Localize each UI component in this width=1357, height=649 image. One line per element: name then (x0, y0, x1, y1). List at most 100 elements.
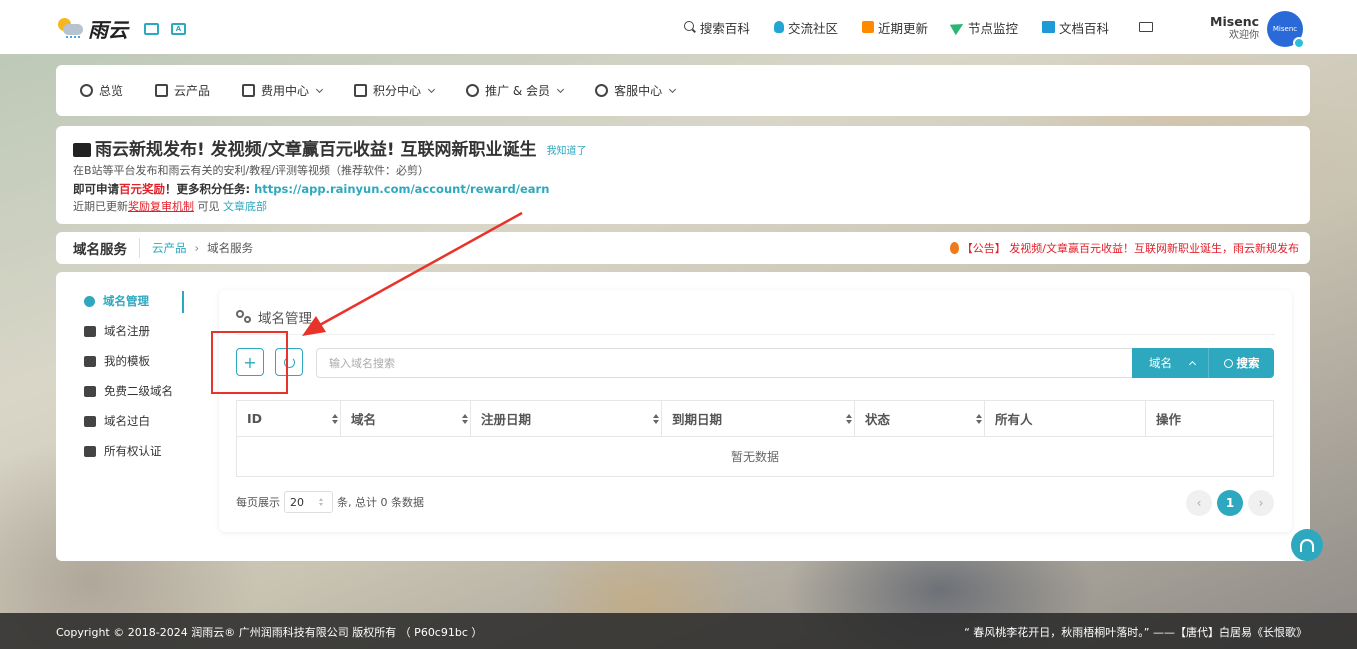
headset-icon (595, 84, 609, 97)
search-icon (683, 21, 696, 33)
annotation-highlight-box (211, 331, 288, 394)
image-icon[interactable] (144, 22, 159, 35)
announcement-marquee[interactable]: 【公告】 发视频/文章赢百元收益！互联网新职业诞生，雨云新规发布 (949, 240, 1299, 256)
domain-side-menu: 域名管理 域名注册 我的模板 免费二级域名 域名过白 所有权认证 (84, 286, 184, 466)
domain-search-input[interactable] (316, 348, 1132, 378)
money-icon (242, 84, 256, 97)
sidebar-item-my-templates[interactable]: 我的模板 (84, 346, 184, 376)
notice-line-1: 在B站等平台发布和雨云有关的安利/教程/评测等视频（推荐软件：必剪） (73, 164, 429, 177)
headset-icon (1300, 538, 1314, 552)
book-icon (1041, 21, 1055, 33)
page-title: 域名服务 (73, 238, 140, 258)
nav-cloud-products[interactable]: 云产品 (155, 82, 210, 99)
chevron-down-icon (316, 85, 324, 93)
announcement-card: 雨云新规发布! 发视频/文章赢百元收益! 互联网新职业诞生 我知道了 在B站等平… (56, 126, 1310, 224)
nav-support[interactable]: 客服中心 (595, 82, 677, 99)
notice-dismiss-link[interactable]: 我知道了 (547, 143, 587, 161)
cloud-badge-icon (1293, 37, 1305, 49)
column-header-domain[interactable]: 域名 (340, 400, 471, 437)
cart-icon (84, 325, 96, 337)
domain-toolbar: + 域名 搜索 (236, 348, 1274, 378)
footer-poem: “ 春风桃李花开日，秋雨梧桐叶落时。” ——【唐代】白居易《长恨歌》 (964, 626, 1307, 639)
breadcrumb-cloud-products[interactable]: 云产品 (152, 240, 187, 256)
main-nav: 总览 云产品 费用中心 积分中心 推广 & 会员 客服中心 (56, 65, 1310, 116)
user-name: Misenc (1210, 14, 1259, 29)
qq-icon (773, 21, 784, 33)
footer: Copyright © 2018-2024 润雨云® 广州润雨科技有限公司 版权… (0, 613, 1357, 649)
cubes-icon (155, 84, 169, 97)
search-button[interactable]: 搜索 (1208, 348, 1274, 378)
user-check-icon (84, 445, 96, 457)
notice-title: 雨云新规发布! 发视频/文章赢百元收益! 互联网新职业诞生 我知道了 (73, 138, 1310, 162)
gift-icon (354, 84, 368, 97)
table-header-row: ID 域名 注册日期 到期日期 状态 所有人 操作 (236, 400, 1274, 437)
mail-icon[interactable] (1139, 22, 1153, 32)
sidebar-item-free-subdomain[interactable]: 免费二级域名 (84, 376, 184, 406)
next-page-button[interactable]: › (1248, 490, 1274, 516)
sidebar-item-domain-register[interactable]: 域名注册 (84, 316, 184, 346)
column-header-owner: 所有人 (984, 400, 1146, 437)
update-icon (861, 21, 874, 33)
sidebar-item-ownership-verify[interactable]: 所有权认证 (84, 436, 184, 466)
panel-header: 域名管理 (236, 307, 1275, 335)
pagination: ‹ 1 › (1181, 490, 1274, 516)
topnav-node-monitor[interactable]: 节点监控 (949, 18, 1018, 37)
dashboard-icon (80, 84, 93, 97)
prev-page-button[interactable]: ‹ (1186, 490, 1212, 516)
fire-icon (949, 242, 959, 254)
copyright-text: Copyright © 2018-2024 润雨云® 广州润雨科技有限公司 版权… (56, 626, 483, 639)
stamp-icon (84, 415, 96, 427)
nav-promotion[interactable]: 推广 & 会员 (466, 82, 565, 99)
column-header-expire-date[interactable]: 到期日期 (661, 400, 855, 437)
nav-points[interactable]: 积分中心 (354, 82, 436, 99)
breadcrumb-current: 域名服务 (207, 241, 254, 255)
page-button-current[interactable]: 1 (1217, 490, 1243, 516)
nav-overview[interactable]: 总览 (80, 82, 123, 99)
article-bottom-link[interactable]: 文章底部 (223, 200, 267, 213)
column-header-id[interactable]: ID (236, 400, 341, 437)
column-header-register-date[interactable]: 注册日期 (470, 400, 662, 437)
keyboard-icon (73, 143, 91, 157)
heart-icon (84, 385, 96, 397)
nav-billing[interactable]: 费用中心 (242, 82, 324, 99)
content-card: 域名管理 域名注册 我的模板 免费二级域名 域名过白 所有权认证 域名管理 + … (56, 272, 1310, 561)
total-count-text: 条, 总计 0 条数据 (337, 496, 424, 509)
gears-icon (84, 295, 95, 307)
logo[interactable]: 雨云 A (56, 14, 186, 43)
column-header-status[interactable]: 状态 (854, 400, 985, 437)
send-icon (949, 18, 967, 36)
users-icon (466, 84, 480, 97)
table-row-empty: 暂无数据 (236, 436, 1274, 477)
chevron-down-icon (669, 85, 677, 93)
domain-table: ID 域名 注册日期 到期日期 状态 所有人 操作 暂无数据 (236, 400, 1274, 477)
top-nav: 搜索百科 交流社区 近期更新 节点监控 文档百科 (660, 0, 1157, 54)
top-header: 雨云 A 搜索百科 交流社区 近期更新 节点监控 文档百科 Misenc 欢迎你 (0, 0, 1357, 54)
avatar[interactable]: Misenc (1267, 11, 1305, 49)
user-greeting: 欢迎你 (1229, 30, 1259, 41)
translate-icon[interactable]: A (171, 22, 186, 35)
empty-state-text: 暂无数据 (236, 436, 1274, 477)
breadcrumb: 域名服务 云产品 › 域名服务 【公告】 发视频/文章赢百元收益！互联网新职业诞… (56, 232, 1310, 264)
panel-title: 域名管理 (258, 311, 312, 327)
user-menu[interactable]: Misenc 欢迎你 Misenc (1210, 11, 1305, 49)
topnav-updates[interactable]: 近期更新 (861, 18, 928, 37)
review-mechanism-link[interactable]: 奖励复审机制 (128, 200, 194, 213)
weather-cloud-icon (56, 16, 86, 42)
gears-icon (236, 310, 251, 323)
topnav-search-wiki[interactable]: 搜索百科 (683, 18, 750, 37)
breadcrumb-separator: › (194, 241, 200, 255)
page-size-stepper[interactable]: 20 (284, 491, 333, 513)
topnav-community[interactable]: 交流社区 (773, 18, 838, 37)
notice-line-3: 近期已更新奖励复审机制 可见 文章底部 (73, 200, 267, 213)
sidebar-item-domain-whitelist[interactable]: 域名过白 (84, 406, 184, 436)
search-field-select[interactable]: 域名 (1132, 348, 1208, 378)
topnav-docs[interactable]: 文档百科 (1041, 18, 1109, 37)
notice-line-2: 即可申请百元奖励！更多积分任务: https://app.rainyun.com… (73, 182, 550, 196)
customer-support-button[interactable] (1291, 529, 1323, 561)
spinner-icon[interactable] (319, 498, 324, 507)
reward-earn-link[interactable]: https://app.rainyun.com/account/reward/e… (254, 182, 549, 196)
page-size-control: 每页展示 20 条, 总计 0 条数据 (236, 491, 424, 513)
domain-management-panel: 域名管理 + 域名 搜索 ID 域名 注册日期 (219, 290, 1292, 532)
chevron-down-icon (557, 85, 565, 93)
sidebar-item-domain-management[interactable]: 域名管理 (84, 286, 184, 316)
